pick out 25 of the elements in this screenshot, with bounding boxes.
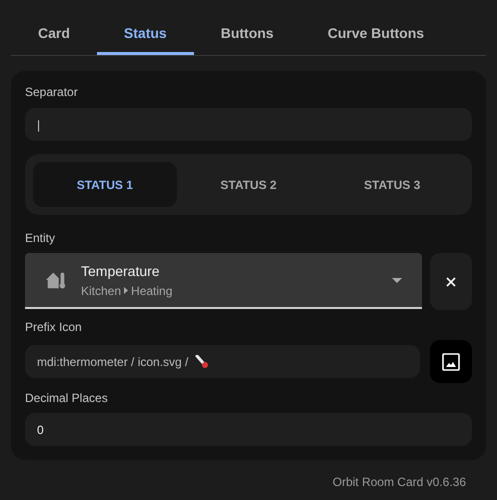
close-icon xyxy=(446,276,456,286)
status-tab[interactable]: STATUS 3 xyxy=(320,162,464,207)
decimal-places-field[interactable]: 0 xyxy=(25,413,472,446)
version-text: Orbit Room Card v0.6.36 xyxy=(332,474,466,491)
field-label: Entity xyxy=(25,230,56,247)
dropdown-caret-icon xyxy=(392,278,402,282)
entity-device: Heating xyxy=(131,282,172,300)
status-tab[interactable]: STATUS 2 xyxy=(176,162,320,207)
entity-area: Kitchen xyxy=(81,282,122,300)
field-label: Decimal Places xyxy=(25,390,109,407)
caret-right-icon xyxy=(124,287,128,294)
prefix-icon-field[interactable]: mdi:thermometer / icon.svg / xyxy=(25,345,420,378)
entity-name: Temperature xyxy=(81,262,161,281)
image-picker-button[interactable] xyxy=(430,340,472,383)
tab[interactable]: Card xyxy=(11,14,97,55)
status-tab[interactable]: STATUS 1 xyxy=(33,162,177,207)
image-icon xyxy=(442,352,460,370)
entity-picker[interactable]: Temperature Kitchen Heating xyxy=(25,253,422,309)
thermometer-icon xyxy=(195,355,209,369)
separator-field[interactable]: | xyxy=(25,108,472,141)
field-label: Prefix Icon xyxy=(25,319,83,336)
tab[interactable]: Status xyxy=(96,14,194,55)
tab[interactable]: Curve Buttons xyxy=(300,14,452,55)
field-label: Separator xyxy=(25,84,79,101)
tab[interactable]: Buttons xyxy=(194,14,301,55)
